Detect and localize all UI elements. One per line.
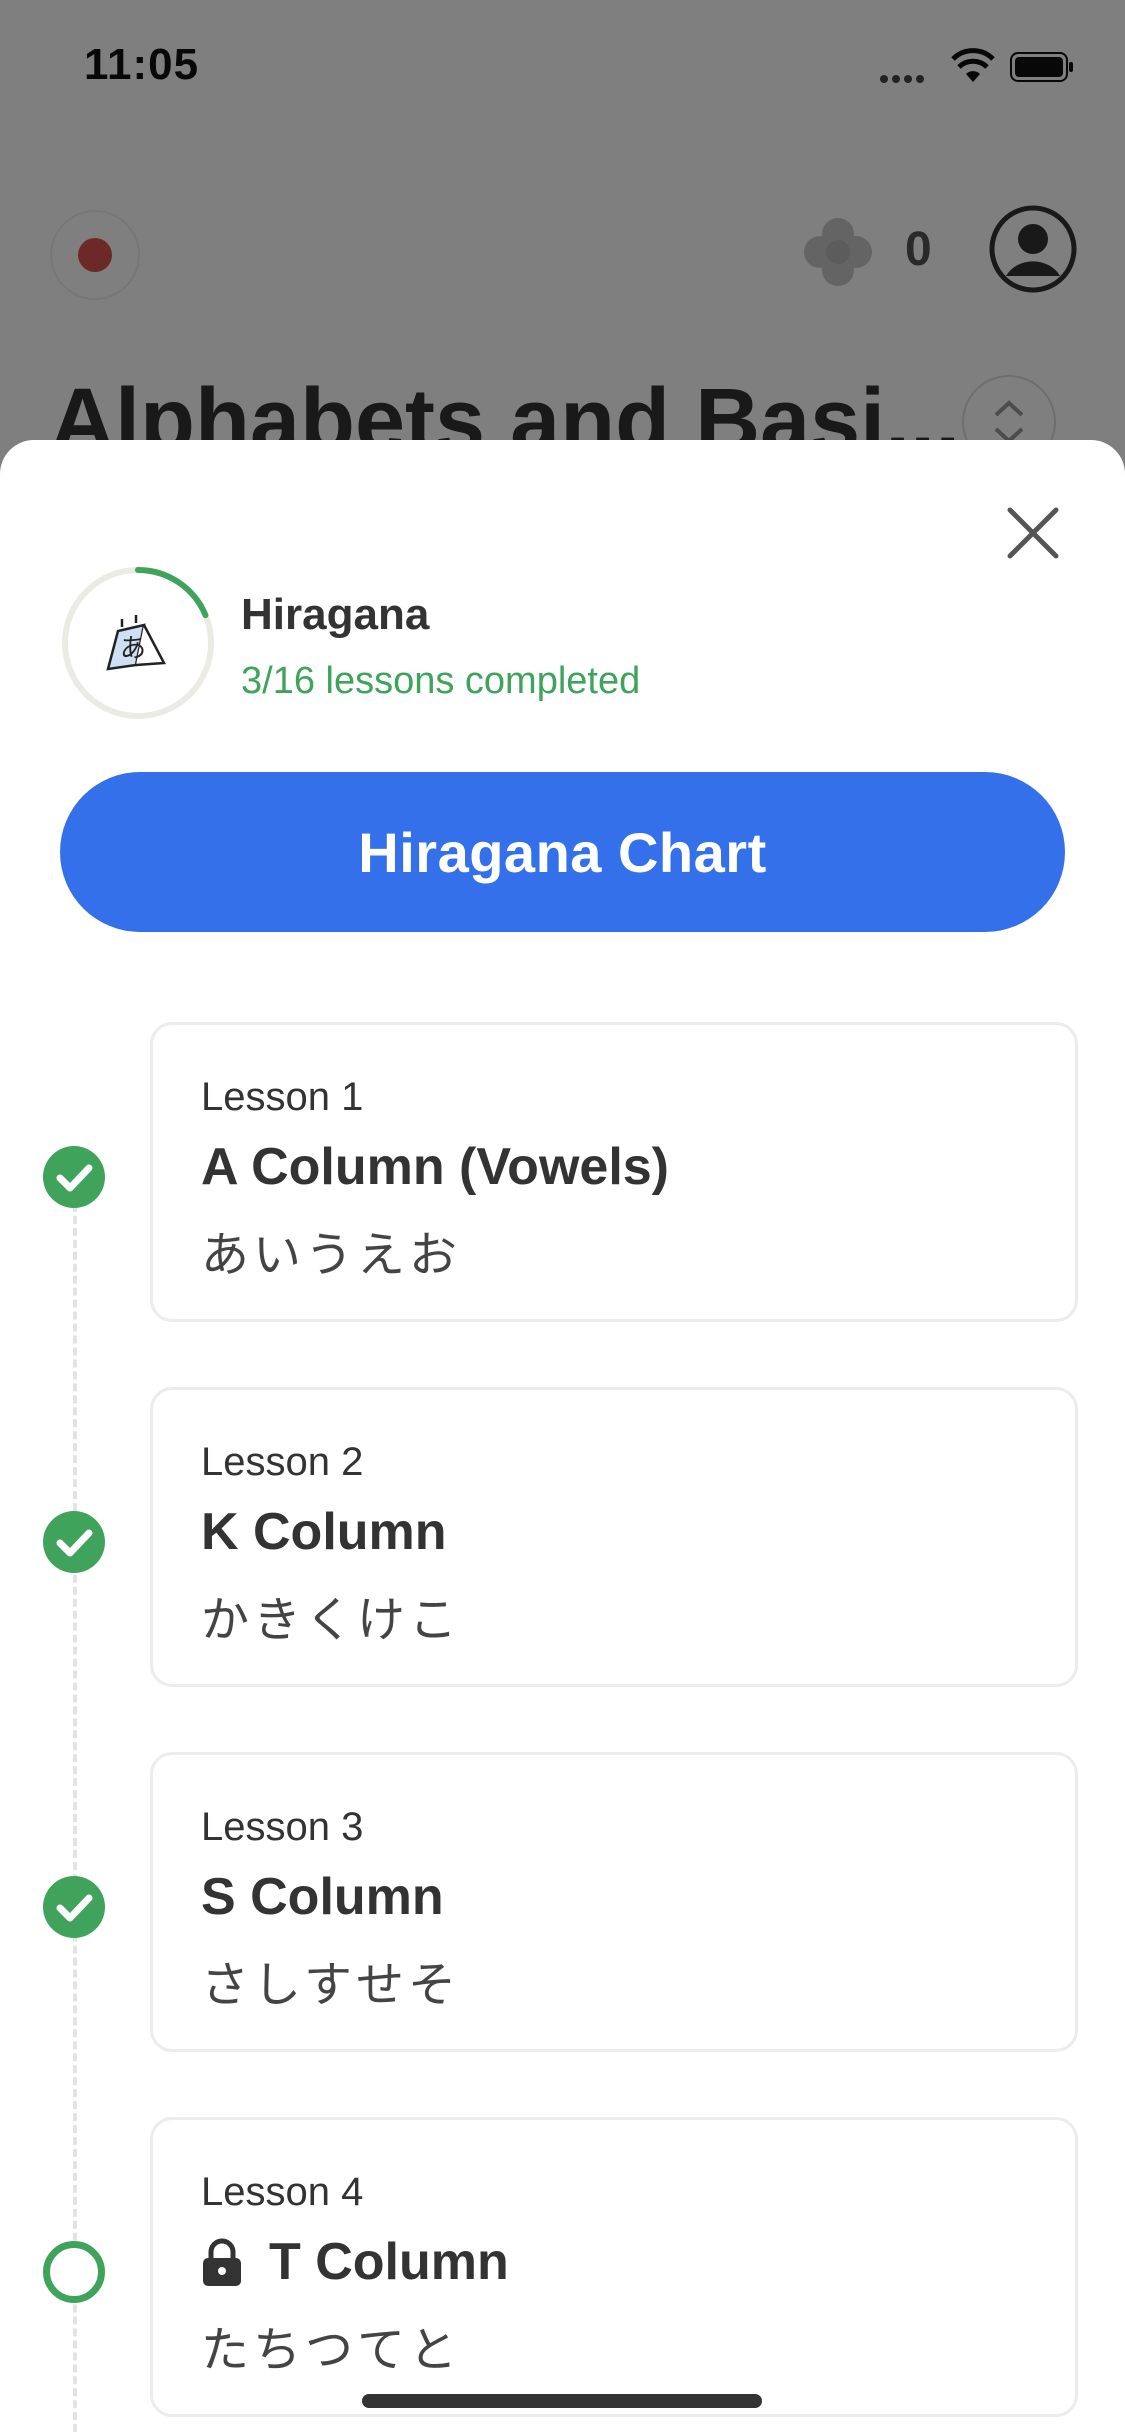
completed-check-icon — [43, 1511, 105, 1573]
lesson-name: S Column — [201, 1868, 444, 1926]
lesson-kana: あいうえお — [201, 1229, 462, 1282]
completed-check-icon — [43, 1146, 105, 1208]
lesson-card[interactable]: Lesson 2 K Column かきくけこ — [150, 1387, 1078, 1687]
lessons-sheet: あ Hiragana 3/16 lessons completed Hiraga… — [0, 440, 1125, 2436]
lesson-number: Lesson 3 — [201, 1805, 364, 1849]
lesson-name: K Column — [201, 1503, 447, 1561]
course-progress-text: 3/16 lessons completed — [241, 660, 641, 702]
course-progress-ring: あ — [62, 567, 214, 719]
lesson-card[interactable]: Lesson 1 A Column (Vowels) あいうえお — [150, 1022, 1078, 1322]
lesson-number: Lesson 2 — [201, 1440, 364, 1484]
lesson-kana: さしすせそ — [201, 1959, 461, 2012]
lesson-card[interactable]: Lesson 4 T Column たちつてと — [150, 2117, 1078, 2417]
incomplete-circle-icon — [43, 2241, 105, 2303]
course-title: Hiragana — [241, 590, 430, 639]
lesson-kana: たちつてと — [201, 2324, 462, 2377]
lesson-name-row: T Column — [201, 2232, 509, 2292]
svg-text:あ: あ — [120, 634, 146, 664]
lesson-kana: かきくけこ — [201, 1594, 462, 1647]
lock-icon — [203, 2238, 241, 2286]
lesson-number: Lesson 1 — [201, 1075, 364, 1119]
lesson-card[interactable]: Lesson 3 S Column さしすせそ — [150, 1752, 1078, 2052]
lesson-name: A Column (Vowels) — [201, 1138, 669, 1196]
lesson-number: Lesson 4 — [201, 2170, 364, 2214]
completed-check-icon — [43, 1876, 105, 1938]
home-indicator[interactable] — [362, 2394, 762, 2408]
close-icon[interactable] — [1000, 500, 1066, 566]
lesson-name: T Column — [269, 2233, 509, 2291]
hiragana-chart-button[interactable]: Hiragana Chart — [60, 772, 1065, 932]
